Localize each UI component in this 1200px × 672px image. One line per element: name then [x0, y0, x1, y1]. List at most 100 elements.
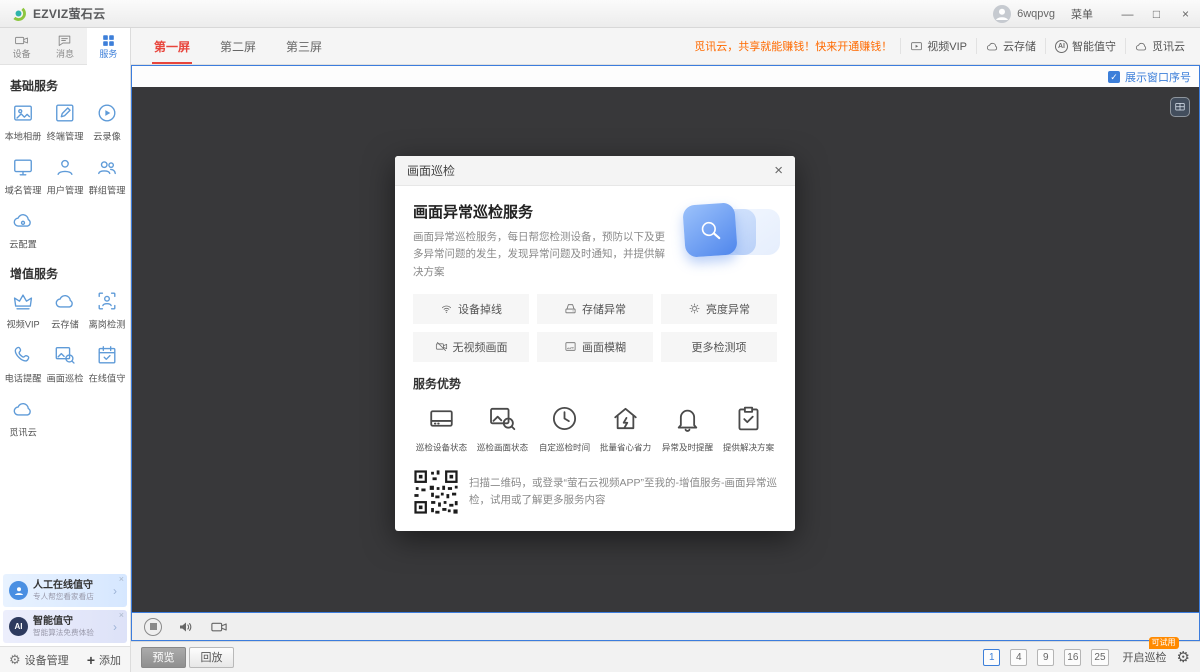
- split-25-button[interactable]: 25: [1091, 649, 1108, 666]
- nav-item-device[interactable]: 设备: [0, 28, 43, 64]
- tab-screen-2[interactable]: 第二屏: [205, 28, 271, 64]
- split-16-button[interactable]: 16: [1064, 649, 1081, 666]
- banner-ai-guard[interactable]: AI 智能值守 智能算法免费体验 › ×: [3, 610, 127, 643]
- split-9-button[interactable]: 9: [1037, 649, 1054, 666]
- qr-instruction: 扫描二维码，或登录“萤石云视频APP”至我的-增值服务-画面异常巡检，试用或了解…: [469, 475, 777, 510]
- nav-item-service[interactable]: 服务: [87, 28, 130, 65]
- device-box-icon: [427, 404, 456, 433]
- cloud-icon: [1135, 40, 1148, 53]
- speaker-icon[interactable]: [177, 618, 195, 636]
- service-item-cloud-recording[interactable]: 云录像: [86, 102, 128, 143]
- check-brightness-abnormal[interactable]: 亮度异常: [661, 294, 777, 324]
- tab-screen-3[interactable]: 第三屏: [271, 28, 337, 64]
- home-bolt-icon: [611, 404, 640, 433]
- crown-icon: [12, 290, 34, 312]
- image-search-icon: [488, 404, 517, 433]
- blur-icon: [564, 340, 577, 353]
- shortcut-mixin-cloud[interactable]: 觅讯云: [1125, 38, 1194, 54]
- cloud-icon: [54, 290, 76, 312]
- nav-label: 消息: [56, 50, 74, 59]
- service-item-domain-management[interactable]: 域名管理: [2, 156, 44, 197]
- show-window-number-label: 展示窗口序号: [1125, 69, 1191, 85]
- dialog-titlebar: 画面巡检 ×: [395, 156, 795, 186]
- service-item-online-guard[interactable]: 在线值守: [86, 344, 128, 385]
- check-blur[interactable]: 画面模糊: [537, 332, 653, 362]
- service-item-terminal-management[interactable]: 终端管理: [44, 102, 86, 143]
- ezviz-logo-icon: [10, 5, 27, 22]
- primary-nav: 设备 消息 服务: [0, 28, 130, 65]
- advantage-device-status: 巡检设备状态: [413, 404, 470, 454]
- check-more-items[interactable]: 更多检测项: [661, 332, 777, 362]
- service-item-user-management[interactable]: 用户管理: [44, 156, 86, 197]
- person-icon: [9, 581, 28, 600]
- service-item-local-album[interactable]: 本地相册: [2, 102, 44, 143]
- sidebar: 设备 消息 服务 基础服务 本地相册: [0, 28, 131, 672]
- screen-tabbar: 第一屏 第二屏 第三屏 觅讯云，共享就能赚钱！快来开通赚钱！ 视频VIP 云存储…: [131, 28, 1200, 65]
- preview-toolbar: [132, 612, 1199, 640]
- video-canvas[interactable]: 画面巡检 × 画面异常巡检服务 画面异常巡检服务，每日帮您检测设备，预防以下及更…: [132, 87, 1199, 612]
- add-label: 添加: [99, 652, 121, 668]
- split-1-button[interactable]: 1: [983, 649, 1000, 666]
- sidebar-footer: ⚙ 设备管理 + 添加: [0, 646, 130, 672]
- service-item-video-vip[interactable]: 视频VIP: [2, 290, 44, 331]
- viewer-option-row: ✓ 展示窗口序号: [132, 66, 1199, 87]
- users-icon: [96, 156, 118, 178]
- service-item-screen-inspection[interactable]: 画面巡检: [44, 344, 86, 385]
- shortcut-ai-guard[interactable]: AI 智能值守: [1045, 38, 1125, 54]
- video-off-icon: [435, 340, 448, 353]
- inspection-settings-gear-icon[interactable]: ⚙: [1177, 648, 1190, 666]
- show-window-number-checkbox[interactable]: ✓: [1108, 71, 1120, 83]
- username[interactable]: 6wqpvg: [1017, 8, 1055, 20]
- add-device-button[interactable]: + 添加: [87, 652, 121, 668]
- check-device-offline[interactable]: 设备掉线: [413, 294, 529, 324]
- service-item-cloud-config[interactable]: 云配置: [2, 210, 44, 251]
- advantage-custom-time: 自定巡检时间: [536, 404, 593, 454]
- tab-preview[interactable]: 预览: [141, 647, 186, 668]
- shortcut-video-vip[interactable]: 视频VIP: [900, 38, 976, 54]
- screen-layout-icon[interactable]: [1170, 97, 1190, 117]
- service-item-group-management[interactable]: 群组管理: [86, 156, 128, 197]
- maximize-button[interactable]: □: [1142, 0, 1171, 27]
- trial-badge: 可试用: [1149, 637, 1179, 649]
- service-item-mixin-cloud[interactable]: 觅讯云: [2, 398, 44, 439]
- split-4-button[interactable]: 4: [1010, 649, 1027, 666]
- check-no-video[interactable]: 无视频画面: [413, 332, 529, 362]
- banner-close-icon[interactable]: ×: [119, 610, 124, 620]
- promo-banner-text[interactable]: 觅讯云，共享就能赚钱！快来开通赚钱！: [694, 38, 892, 54]
- dialog-close-icon[interactable]: ×: [774, 163, 783, 178]
- banner-title: 人工在线值守: [33, 580, 108, 592]
- shortcut-cloud-storage[interactable]: 云存储: [976, 38, 1045, 54]
- service-item-phone-reminder[interactable]: 电话提醒: [2, 344, 44, 385]
- tab-playback[interactable]: 回放: [189, 647, 234, 668]
- tab-screen-1[interactable]: 第一屏: [139, 28, 205, 64]
- clock-icon: [550, 404, 579, 433]
- avatar[interactable]: [993, 5, 1011, 23]
- chevron-right-icon: ›: [113, 584, 117, 598]
- minimize-button[interactable]: —: [1113, 0, 1142, 27]
- ai-icon: AI: [1055, 40, 1068, 53]
- device-management-button[interactable]: ⚙ 设备管理: [9, 652, 69, 668]
- banner-title: 智能值守: [33, 616, 108, 628]
- service-item-absence-detection[interactable]: 离岗检测: [86, 290, 128, 331]
- nav-item-message[interactable]: 消息: [43, 28, 86, 64]
- menu-button[interactable]: 菜单: [1071, 6, 1093, 22]
- message-icon: [57, 33, 72, 48]
- bell-icon: [673, 404, 702, 433]
- service-item-cloud-storage[interactable]: 云存储: [44, 290, 86, 331]
- check-storage-abnormal[interactable]: 存储异常: [537, 294, 653, 324]
- plus-icon: +: [87, 652, 95, 668]
- cloud-icon: [986, 40, 999, 53]
- nav-label: 服务: [99, 50, 117, 59]
- start-inspection-button[interactable]: 开启巡检 可试用: [1123, 649, 1167, 665]
- service-panel: 基础服务 本地相册 终端管理 云录像: [0, 65, 130, 574]
- banner-subtitle: 智能算法免费体验: [33, 628, 104, 637]
- grid-icon: [101, 33, 116, 48]
- banner-close-icon[interactable]: ×: [119, 574, 124, 584]
- image-search-icon: [54, 344, 76, 366]
- phone-icon: [12, 344, 34, 366]
- capture-camera-icon[interactable]: [210, 618, 228, 636]
- banner-manual-guard[interactable]: 人工在线值守 专人帮您看家看店 › ×: [3, 574, 127, 607]
- close-button[interactable]: ×: [1171, 0, 1200, 27]
- device-management-label: 设备管理: [25, 652, 69, 668]
- stop-button[interactable]: [144, 618, 162, 636]
